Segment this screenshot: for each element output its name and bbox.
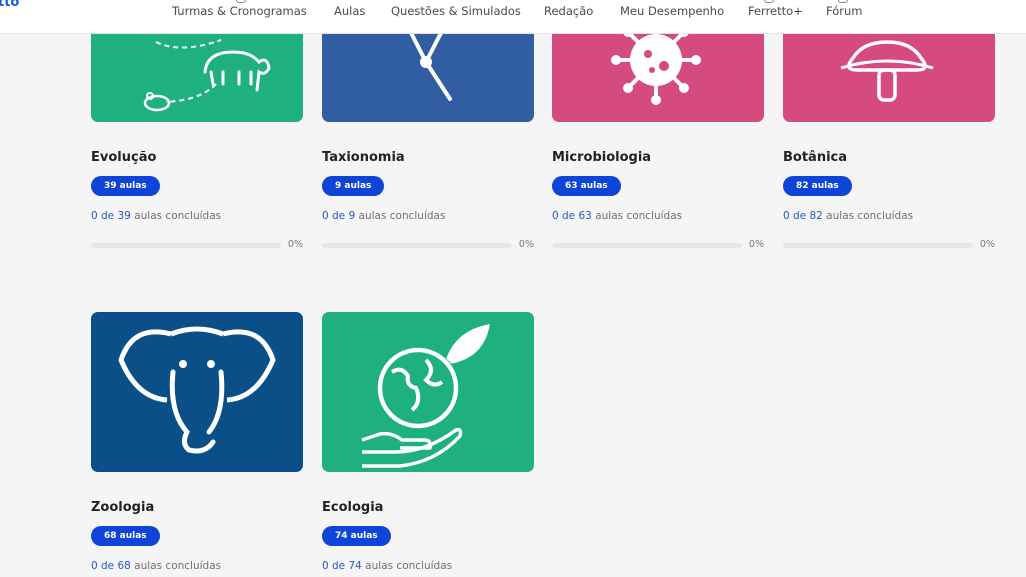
- globe-hand-icon: [361, 324, 490, 468]
- nav-redacao[interactable]: Redação: [544, 4, 593, 18]
- course-thumbnail[interactable]: [91, 312, 303, 472]
- lessons-completed-text: 0 de 39 aulas concluídas: [91, 210, 222, 222]
- progress-percent: 0%: [979, 239, 995, 250]
- lesson-count-badge: 74 aulas: [322, 526, 391, 546]
- lesson-count-badge: 82 aulas: [783, 176, 852, 196]
- course-title[interactable]: Ecologia: [322, 500, 383, 515]
- lessons-completed-text: 0 de 82 aulas concluídas: [783, 210, 914, 222]
- course-title[interactable]: Evolução: [91, 150, 156, 165]
- course-title[interactable]: Zoologia: [91, 500, 154, 515]
- progress-bar: [322, 243, 512, 248]
- nav-turmas-icon: [236, 0, 246, 3]
- nav-meu-desempenho[interactable]: Meu Desempenho: [620, 4, 724, 18]
- nav-aulas[interactable]: Aulas: [334, 4, 365, 18]
- top-navigation-bar: tto Turmas & Cronogramas Aulas Questões …: [0, 0, 1026, 34]
- progress-percent: 0%: [518, 239, 534, 250]
- progress-percent: 0%: [748, 239, 764, 250]
- course-title[interactable]: Botânica: [783, 150, 847, 165]
- lesson-count-badge: 39 aulas: [91, 176, 160, 196]
- nav-ferretto-icon: [764, 0, 774, 3]
- lessons-completed-text: 0 de 74 aulas concluídas: [322, 560, 453, 572]
- lessons-completed-text: 0 de 68 aulas concluídas: [91, 560, 222, 572]
- course-thumbnail[interactable]: [322, 312, 534, 472]
- progress-bar: [552, 243, 742, 248]
- nav-forum-icon: [838, 0, 848, 3]
- lesson-count-badge: 68 aulas: [91, 526, 160, 546]
- nav-questoes-simulados[interactable]: Questões & Simulados: [391, 4, 521, 18]
- lessons-completed-text: 0 de 9 aulas concluídas: [322, 210, 446, 222]
- lessons-completed-text: 0 de 63 aulas concluídas: [552, 210, 683, 222]
- elephant-icon: [118, 326, 276, 454]
- nav-forum[interactable]: Fórum: [826, 0, 862, 18]
- nav-turmas-cronogramas[interactable]: Turmas & Cronogramas: [172, 0, 307, 18]
- progress-bar: [783, 243, 973, 248]
- course-title[interactable]: Microbiologia: [552, 150, 651, 165]
- progress-percent: 0%: [287, 239, 303, 250]
- progress-bar: [91, 243, 281, 248]
- nav-ferretto-plus[interactable]: Ferretto+: [748, 0, 803, 18]
- course-title[interactable]: Taxionomia: [322, 150, 405, 165]
- lesson-count-badge: 63 aulas: [552, 176, 621, 196]
- lesson-count-badge: 9 aulas: [322, 176, 385, 196]
- logo[interactable]: tto: [0, 0, 19, 10]
